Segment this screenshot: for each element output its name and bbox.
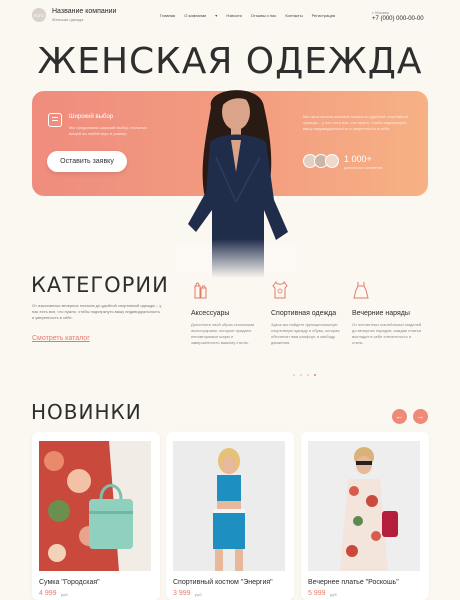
category-description: Здесь вы найдете функциональную спортивн…	[271, 322, 340, 345]
next-arrow-icon[interactable]: →	[413, 409, 428, 424]
nav-dropdown-icon[interactable]: ▾	[215, 13, 217, 18]
prev-arrow-icon[interactable]: ←	[392, 409, 407, 424]
product-card[interactable]: Вечернее платье "Роскошь" 5 999 руб.	[301, 432, 429, 600]
product-price: 4 999	[39, 590, 57, 597]
product-name[interactable]: Вечернее платье "Роскошь"	[308, 579, 399, 586]
category-sportswear[interactable]: Спортивная одежда Здесь вы найдете функц…	[271, 280, 341, 346]
product-image-evening-dress	[308, 441, 420, 571]
city-label: г. Москва	[372, 10, 389, 15]
request-button[interactable]: Оставить заявку	[47, 151, 127, 172]
phone-number[interactable]: +7 (000) 000-00-00	[372, 16, 424, 22]
hero-title: ЖЕНСКАЯ ОДЕЖДА	[37, 41, 423, 82]
nav-about[interactable]: О компании	[184, 13, 206, 18]
category-description: Дополните свой образ стильными аксессуар…	[191, 322, 255, 345]
company-name: Название компании	[52, 8, 117, 15]
product-image-bag	[39, 441, 151, 571]
product-currency: руб.	[330, 592, 338, 597]
nav-home[interactable]: Главная	[160, 13, 175, 18]
client-avatars	[303, 154, 343, 168]
nav-news[interactable]: Новости	[226, 13, 241, 18]
new-arrivals-title: НОВИНКИ	[31, 400, 142, 424]
pagination-dot[interactable]	[307, 374, 309, 376]
product-name[interactable]: Спортивный костюм "Энергия"	[173, 579, 273, 586]
accessories-icon	[194, 282, 207, 299]
catalog-icon	[48, 113, 62, 127]
feature-text: Мы предлагаем широкий выбор стильных вещ…	[69, 125, 148, 136]
product-price: 3 999	[173, 590, 191, 597]
product-card[interactable]: Сумка "Городская" 4 999 руб.	[32, 432, 160, 600]
pagination-dot-active[interactable]	[314, 374, 316, 376]
product-currency: руб.	[195, 592, 203, 597]
category-evening-wear[interactable]: Вечерние наряды От элегантных коктейльны…	[352, 280, 422, 346]
site-header: ЛОГО Название компании Женская одежда Гл…	[0, 0, 460, 30]
carousel-pagination	[293, 374, 316, 376]
nav-reviews[interactable]: Отзывы о нас	[251, 13, 277, 18]
category-name: Спортивная одежда	[271, 310, 337, 317]
categories-description: От изысканных вечерних платьев до удобно…	[32, 303, 162, 320]
view-catalog-link[interactable]: Смотреть каталог	[32, 335, 90, 342]
product-price: 5 999	[308, 590, 326, 597]
clients-label: довольных клиентов	[344, 165, 383, 170]
product-name[interactable]: Сумка "Городская"	[39, 579, 100, 586]
pagination-dot[interactable]	[293, 374, 295, 376]
categories-title: КАТЕГОРИИ	[31, 273, 169, 297]
nav-register[interactable]: Регистрация	[312, 13, 335, 18]
clients-count: 1 000+	[344, 154, 372, 164]
hero-description: Мы изготовляем женские платья из удобной…	[303, 114, 408, 131]
category-accessories[interactable]: Аксессуары Дополните свой образ стильным…	[191, 280, 261, 346]
company-tagline: Женская одежда	[52, 17, 84, 22]
main-nav: Главная О компании ▾ Новости Отзывы о на…	[160, 13, 335, 18]
avatar	[325, 154, 339, 168]
category-name: Аксессуары	[191, 310, 230, 317]
hero-model-image	[176, 82, 296, 278]
dress-icon	[353, 282, 369, 299]
sportswear-icon	[272, 280, 288, 299]
logo[interactable]: ЛОГО	[32, 8, 46, 22]
product-image-sport-suit	[173, 441, 285, 571]
nav-contacts[interactable]: Контакты	[285, 13, 302, 18]
pagination-dot[interactable]	[300, 374, 302, 376]
feature-title: Широкий выбор	[69, 114, 114, 120]
product-currency: руб.	[61, 592, 69, 597]
product-card[interactable]: Спортивный костюм "Энергия" 3 999 руб.	[166, 432, 294, 600]
category-name: Вечерние наряды	[352, 310, 410, 317]
category-description: От элегантных коктейльных моделей до веч…	[352, 322, 422, 345]
